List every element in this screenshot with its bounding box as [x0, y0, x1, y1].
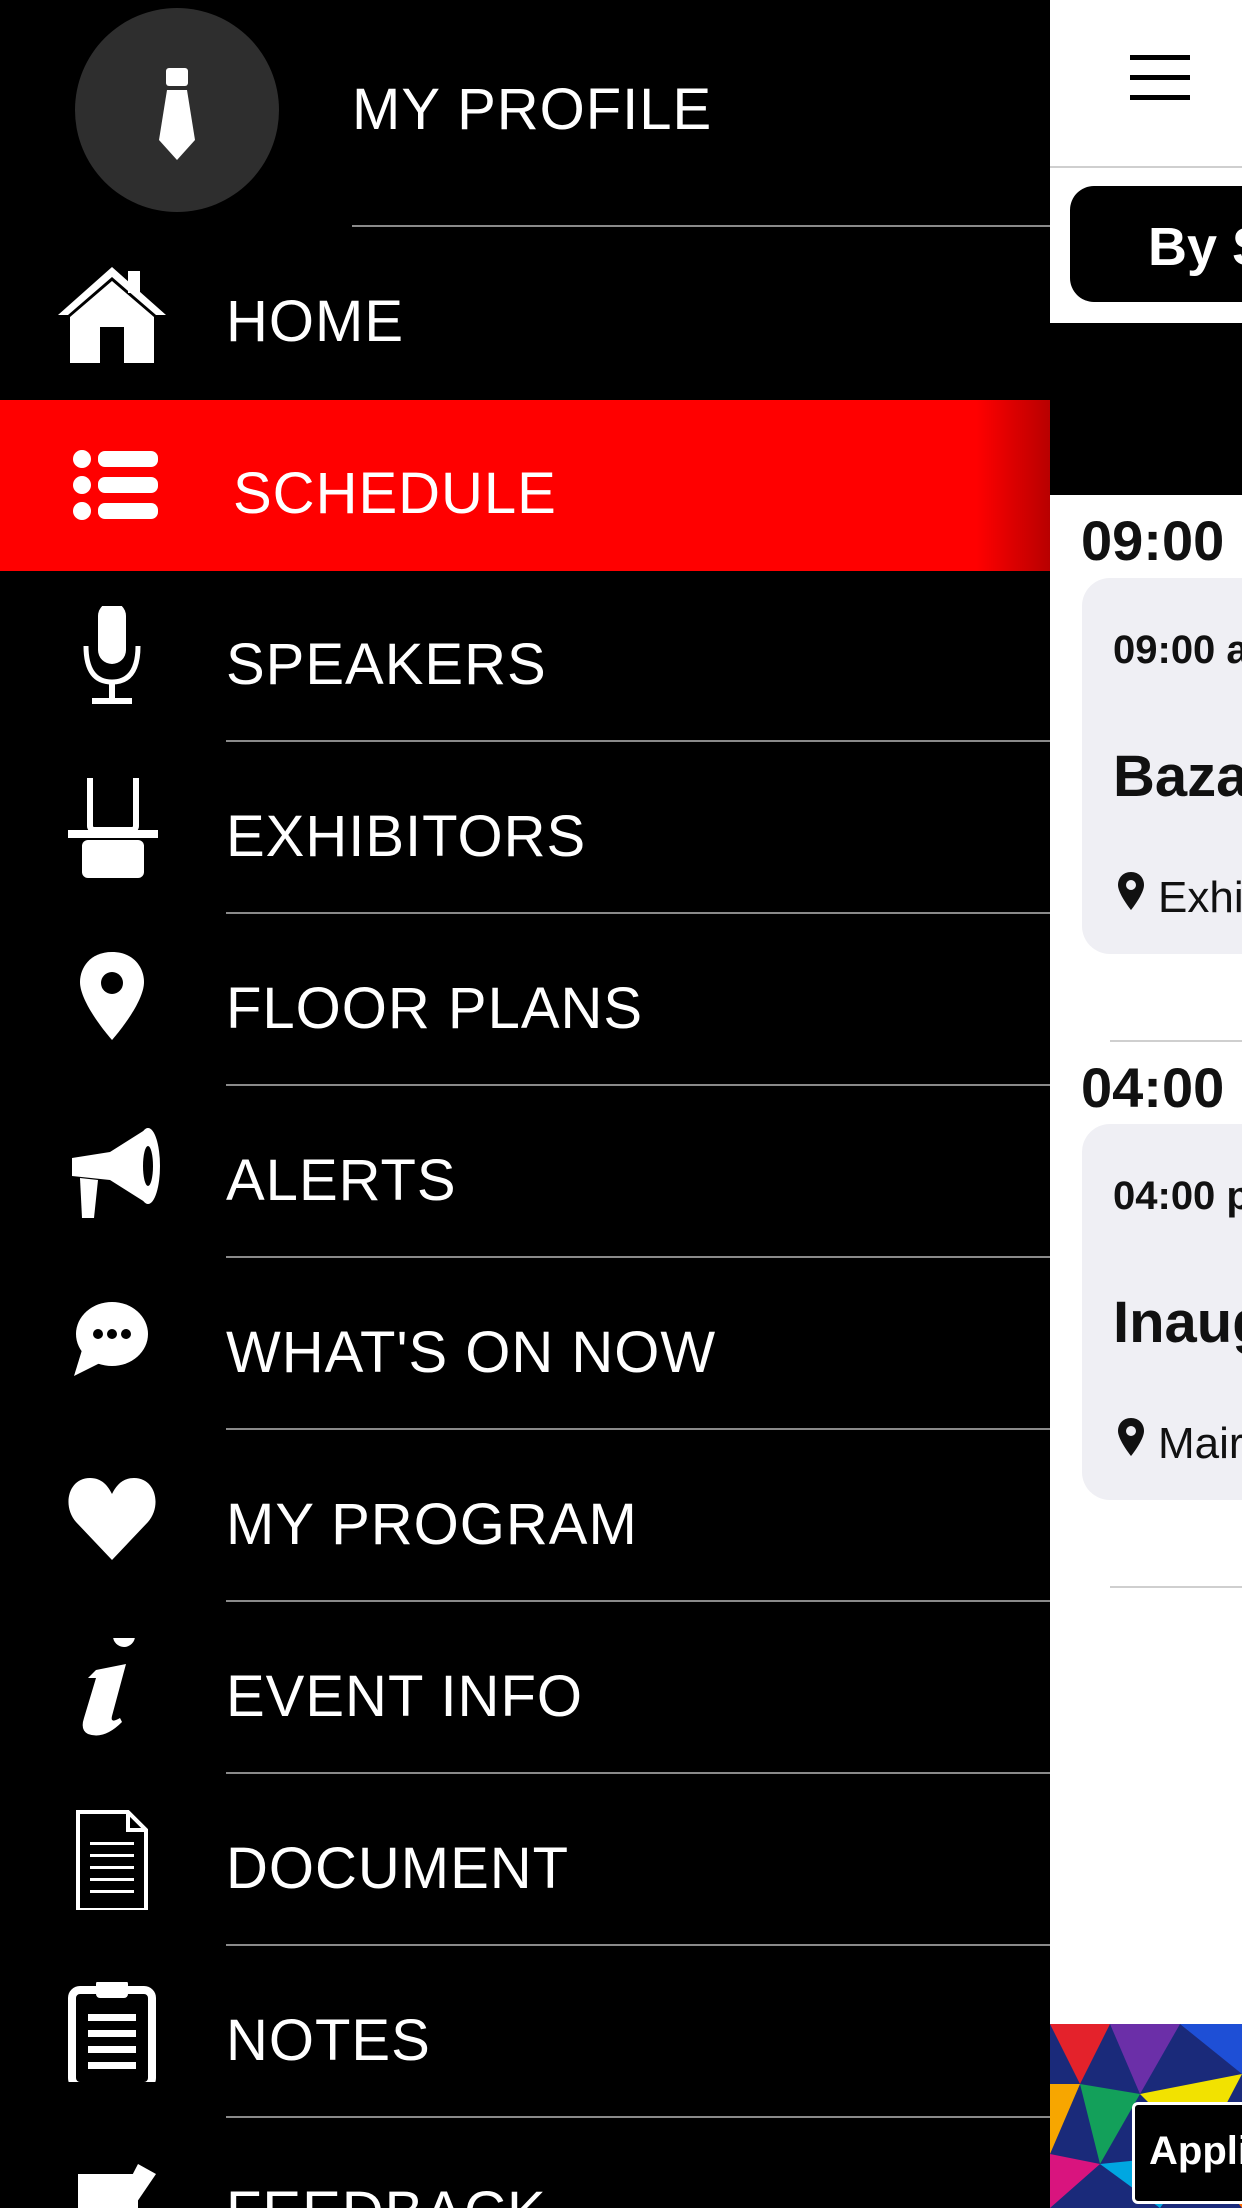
date-strip[interactable] [1050, 323, 1242, 495]
nav-item-label: EVENT INFO [226, 1664, 583, 1729]
nav-item-event-info[interactable]: EVENT INFO [0, 1603, 1050, 1774]
top-bar [1050, 0, 1242, 168]
microphone-icon [52, 602, 172, 706]
profile-label: MY PROFILE [352, 77, 713, 142]
filter-button[interactable]: By S [1070, 186, 1242, 302]
nav-item-label: SPEAKERS [226, 632, 547, 697]
location-pin-icon [1118, 1418, 1144, 1456]
divider [226, 912, 1050, 914]
divider [226, 1600, 1050, 1602]
nav-item-label: ALERTS [226, 1148, 457, 1213]
chat-bubble-icon [52, 1294, 172, 1394]
nav-item-schedule[interactable]: SCHEDULE [0, 400, 1050, 571]
session-card[interactable]: 04:00 p Inaug Mair [1082, 1124, 1242, 1500]
divider [1110, 1040, 1242, 1042]
profile-header[interactable]: MY PROFILE [0, 0, 1050, 227]
nav-item-whats-on-now[interactable]: WHAT'S ON NOW [0, 1259, 1050, 1430]
divider [226, 1256, 1050, 1258]
divider [226, 1428, 1050, 1430]
tie-icon [159, 68, 195, 160]
divider [352, 225, 1050, 227]
divider [226, 1944, 1050, 1946]
document-icon [52, 1810, 172, 1912]
heart-icon [52, 1466, 172, 1566]
session-title: Baza [1113, 744, 1242, 809]
filter-bar: By S [1050, 168, 1242, 323]
banner-button[interactable]: Applic [1132, 2102, 1242, 2204]
banner-button-label: Applic [1149, 2129, 1242, 2173]
session-time: 04:00 p [1113, 1174, 1242, 1218]
nav-item-speakers[interactable]: SPEAKERS [0, 571, 1050, 742]
home-icon [52, 263, 172, 363]
navigation-drawer: MY PROFILE HOME SCHEDULE SPEAKERS EXHIBI… [0, 0, 1050, 2208]
nav-item-feedback[interactable]: FEEDBACK [0, 2119, 1050, 2208]
megaphone-icon [52, 1122, 172, 1222]
nav-item-label: MY PROGRAM [226, 1492, 638, 1557]
session-title: Inaug [1113, 1290, 1242, 1355]
info-icon [52, 1625, 172, 1738]
nav-item-document[interactable]: DOCUMENT [0, 1775, 1050, 1946]
nav-item-label: WHAT'S ON NOW [226, 1320, 717, 1385]
location-pin-icon [1118, 872, 1144, 910]
session-card[interactable]: 09:00 a Baza Exhil [1082, 578, 1242, 954]
nav-item-alerts[interactable]: ALERTS [0, 1087, 1050, 1258]
nav-item-label: FLOOR PLANS [226, 976, 644, 1041]
nav-item-my-program[interactable]: MY PROGRAM [0, 1431, 1050, 1602]
filter-label: By S [1148, 217, 1242, 277]
session-time: 09:00 a [1113, 628, 1242, 672]
advert-banner[interactable]: Applic [1050, 2024, 1242, 2208]
nav-item-label: DOCUMENT [226, 1836, 570, 1901]
nav-item-label: HOME [226, 289, 404, 354]
session-location: Mair [1158, 1419, 1242, 1468]
schedule-screen: By S 09:00 09:00 a Baza Exhil 04:00 04:0… [1050, 0, 1242, 2208]
nav-item-floor-plans[interactable]: FLOOR PLANS [0, 915, 1050, 1086]
divider [226, 2116, 1050, 2118]
hamburger-menu-icon[interactable] [1130, 55, 1192, 101]
session-location: Exhil [1158, 873, 1242, 922]
nav-item-notes[interactable]: NOTES [0, 1947, 1050, 2118]
divider [226, 1084, 1050, 1086]
list-icon [52, 435, 172, 535]
booth-icon [52, 767, 172, 878]
time-heading: 09:00 [1081, 509, 1225, 572]
time-heading: 04:00 [1081, 1056, 1225, 1119]
divider [226, 1772, 1050, 1774]
nav-item-label: NOTES [226, 2008, 431, 2073]
nav-item-label: EXHIBITORS [226, 804, 587, 869]
divider [1110, 1586, 1242, 1588]
feedback-icon [52, 2154, 172, 2208]
nav-item-label: SCHEDULE [233, 461, 557, 526]
divider [226, 740, 1050, 742]
clipboard-icon [52, 1980, 172, 2090]
avatar[interactable] [75, 8, 279, 212]
nav-item-label: FEEDBACK [226, 2179, 547, 2208]
nav-item-exhibitors[interactable]: EXHIBITORS [0, 743, 1050, 914]
nav-item-home[interactable]: HOME [0, 228, 1050, 399]
map-pin-icon [52, 950, 172, 1050]
